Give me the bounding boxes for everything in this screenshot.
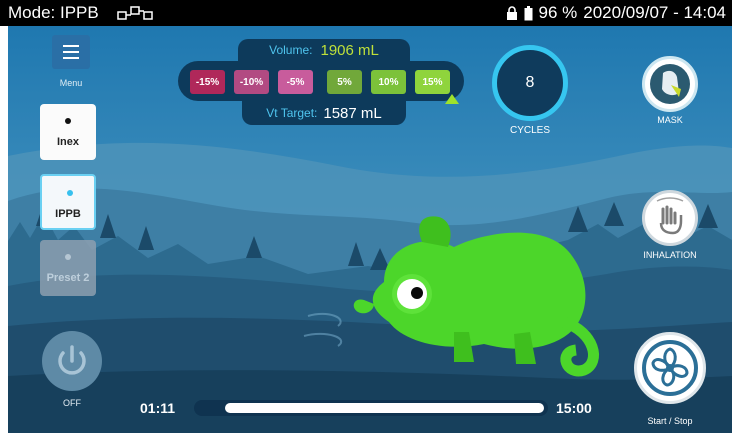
- volume-step-label: 10%: [378, 76, 399, 88]
- chameleon-mascot: [353, 216, 599, 377]
- volume-step-minus-15[interactable]: -15%: [190, 70, 225, 94]
- volume-step-label: -15%: [195, 76, 220, 88]
- mask-label: MASK: [657, 115, 683, 125]
- mode-indicator-dot: [65, 118, 71, 124]
- mode-button-inex[interactable]: Inex: [40, 104, 96, 160]
- mask-button[interactable]: [642, 56, 698, 112]
- volume-readout: Volume: 1906 mL: [238, 39, 410, 61]
- volume-percent-bar: -15% -10% -5% 5% 10% 15%: [178, 61, 464, 101]
- inhalation-label: INHALATION: [643, 250, 697, 260]
- mode-indicator-dot: [67, 190, 73, 196]
- datetime: 2020/09/07 - 14:04: [583, 3, 726, 22]
- mode-button-label: Preset 2: [46, 272, 90, 284]
- cycles-label: CYCLES: [509, 125, 550, 136]
- mode-button-preset-2[interactable]: Preset 2: [40, 240, 96, 296]
- power-icon: [58, 345, 86, 375]
- start-stop-label: Start / Stop: [647, 416, 693, 426]
- battery-icon: [524, 5, 533, 20]
- menu-button[interactable]: [52, 35, 90, 69]
- network-icon: [117, 6, 153, 20]
- mode-indicator-dot: [65, 254, 71, 260]
- battery-level: 96 %: [538, 3, 578, 22]
- mode-button-label: Inex: [56, 136, 79, 148]
- volume-step-label: 15%: [422, 76, 443, 88]
- start-stop-button[interactable]: [634, 332, 706, 404]
- cycles-value: 8: [525, 74, 535, 91]
- target-label: Vt Target:: [266, 106, 318, 120]
- power-button[interactable]: [42, 331, 102, 391]
- volume-step-minus-5[interactable]: -5%: [278, 70, 313, 94]
- menu-label: Menu: [59, 78, 83, 88]
- cycles-counter: 8: [492, 45, 568, 121]
- volume-step-label: 5%: [337, 76, 352, 88]
- lock-icon: [506, 6, 517, 20]
- mode-indicator: Mode: IPPB: [8, 3, 99, 22]
- volume-step-plus-5[interactable]: 5%: [327, 70, 362, 94]
- target-value: 1587 mL: [323, 104, 382, 122]
- status-right: 96 % 2020/09/07 - 14:04: [506, 3, 726, 23]
- mode-button-label: IPPB: [55, 208, 81, 220]
- inhalation-button[interactable]: [642, 190, 698, 246]
- current-volume-marker: [445, 94, 459, 104]
- therapy-scene: Menu Inex IPPB Preset 2 OFF Volume: 1906…: [8, 26, 732, 433]
- volume-step-plus-15[interactable]: 15%: [415, 70, 450, 94]
- menu-icon-line: [63, 45, 79, 47]
- mask-icon: [650, 64, 690, 104]
- volume-step-label: -5%: [286, 76, 305, 88]
- power-label: OFF: [63, 398, 81, 408]
- volume-step-minus-10[interactable]: -10%: [234, 70, 269, 94]
- fan-icon: [642, 340, 698, 396]
- total-time: 15:00: [556, 400, 592, 416]
- volume-step-label: -10%: [239, 76, 264, 88]
- menu-icon-line: [63, 51, 79, 53]
- status-bar: Mode: IPPB 96 % 2020/09/07 - 14:04: [0, 0, 732, 26]
- volume-step-plus-10[interactable]: 10%: [371, 70, 406, 94]
- mode-button-ippb[interactable]: IPPB: [40, 174, 96, 230]
- target-readout: Vt Target: 1587 mL: [242, 101, 406, 125]
- hand-touch-icon: [656, 197, 684, 235]
- volume-label: Volume:: [269, 43, 313, 57]
- elapsed-time: 01:11: [140, 400, 176, 416]
- volume-value: 1906 mL: [320, 41, 379, 59]
- session-progress-fill: [225, 403, 544, 413]
- menu-icon-line: [63, 57, 79, 59]
